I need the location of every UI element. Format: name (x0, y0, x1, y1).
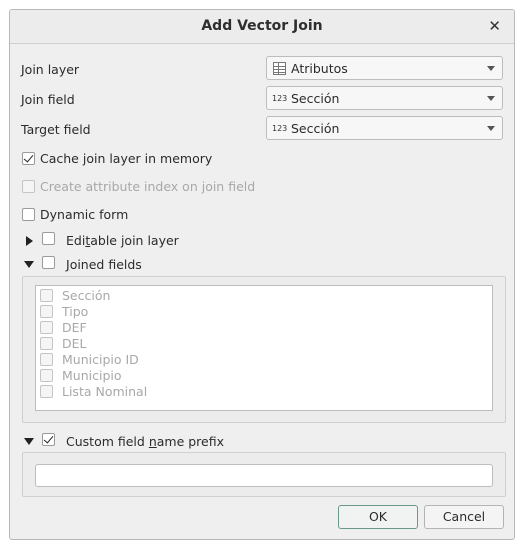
ok-button[interactable]: OK (338, 505, 418, 529)
table-icon (273, 62, 286, 75)
integer-field-icon: 123 (272, 94, 288, 103)
joined-fields-group: Sección Tipo DEF DEL Municipio ID Munici… (22, 276, 506, 423)
join-field-value: Sección (291, 91, 340, 106)
field-label: Sección (62, 288, 111, 303)
dynamic-form-label: Dynamic form (40, 207, 129, 222)
cache-join-checkbox[interactable] (22, 152, 35, 165)
chevron-down-icon (487, 126, 495, 131)
expand-arrow-icon[interactable] (26, 236, 33, 246)
chevron-down-icon (487, 96, 495, 101)
field-checkbox[interactable] (40, 321, 53, 334)
field-label: Lista Nominal (62, 384, 148, 399)
target-field-label: Target field (21, 122, 91, 137)
joined-fields-checkbox[interactable] (42, 256, 55, 269)
title-bar: Add Vector Join ✕ (10, 10, 514, 44)
editable-join-label: Editable join layer (66, 233, 179, 248)
close-icon[interactable]: ✕ (488, 17, 501, 35)
join-layer-value: Atributos (291, 61, 348, 76)
dialog-title: Add Vector Join (201, 18, 323, 34)
chevron-down-icon (487, 66, 495, 71)
field-label: Tipo (62, 304, 89, 319)
field-checkbox[interactable] (40, 369, 53, 382)
prefix-input[interactable] (35, 464, 493, 487)
dynamic-form-checkbox[interactable] (22, 208, 35, 221)
field-label: Municipio ID (62, 352, 139, 367)
field-label: DEF (62, 320, 87, 335)
collapse-arrow-icon[interactable] (24, 261, 34, 268)
attribute-index-checkbox[interactable] (22, 180, 35, 193)
joined-fields-label: Joined fields (66, 257, 142, 272)
join-layer-combo[interactable]: Atributos (266, 56, 503, 80)
field-label: DEL (62, 336, 87, 351)
custom-prefix-label: Custom field name prefix (66, 434, 225, 449)
cache-join-label: Cache join layer in memory (40, 151, 213, 166)
field-label: Municipio (62, 368, 122, 383)
joined-fields-list[interactable]: Sección Tipo DEF DEL Municipio ID Munici… (35, 285, 493, 411)
attribute-index-label: Create attribute index on join field (40, 179, 256, 194)
cancel-button[interactable]: Cancel (424, 505, 504, 529)
collapse-arrow-icon[interactable] (24, 438, 34, 445)
target-field-value: Sección (291, 121, 340, 136)
join-field-combo[interactable]: 123 Sección (266, 86, 503, 110)
add-vector-join-dialog: Add Vector Join ✕ Join layer Atributos J… (9, 9, 515, 540)
field-checkbox[interactable] (40, 385, 53, 398)
field-checkbox[interactable] (40, 337, 53, 350)
custom-prefix-checkbox[interactable] (42, 433, 55, 446)
editable-join-checkbox[interactable] (42, 232, 55, 245)
target-field-combo[interactable]: 123 Sección (266, 116, 503, 140)
custom-prefix-group (22, 452, 506, 497)
integer-field-icon: 123 (272, 124, 288, 133)
field-checkbox[interactable] (40, 353, 53, 366)
join-field-label: Join field (21, 92, 75, 107)
field-checkbox[interactable] (40, 289, 53, 302)
field-checkbox[interactable] (40, 305, 53, 318)
join-layer-label: Join layer (21, 62, 80, 77)
